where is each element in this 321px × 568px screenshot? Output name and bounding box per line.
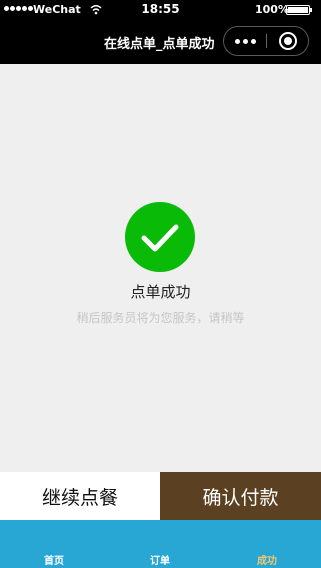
confirm-payment-button[interactable]: 确认付款 [160,472,321,520]
battery-percentage: 100% [255,3,289,16]
more-menu-button[interactable] [224,27,266,55]
success-title: 点单成功 [130,283,191,301]
navigation-bar: 在线点单_点单成功 [0,20,321,64]
close-mini-program-button[interactable] [279,32,297,50]
check-icon [125,202,195,272]
page-title: 在线点单_点单成功 [104,37,215,52]
capsule-divider [266,34,267,48]
tab-bar: 首页 订单 成功 [0,520,321,568]
tab-success[interactable]: 成功 [257,552,277,567]
continue-ordering-button[interactable]: 继续点餐 [0,472,160,520]
mini-program-capsule [223,26,309,56]
action-bar: 继续点餐 确认付款 [0,472,321,520]
success-description: 稍后服务员将为您服务，请稍等 [76,311,245,325]
tab-orders[interactable]: 订单 [150,552,170,567]
tab-home[interactable]: 首页 [44,552,64,567]
status-bar: WeChat 18:55 100% [0,0,321,20]
battery-icon [286,5,312,15]
